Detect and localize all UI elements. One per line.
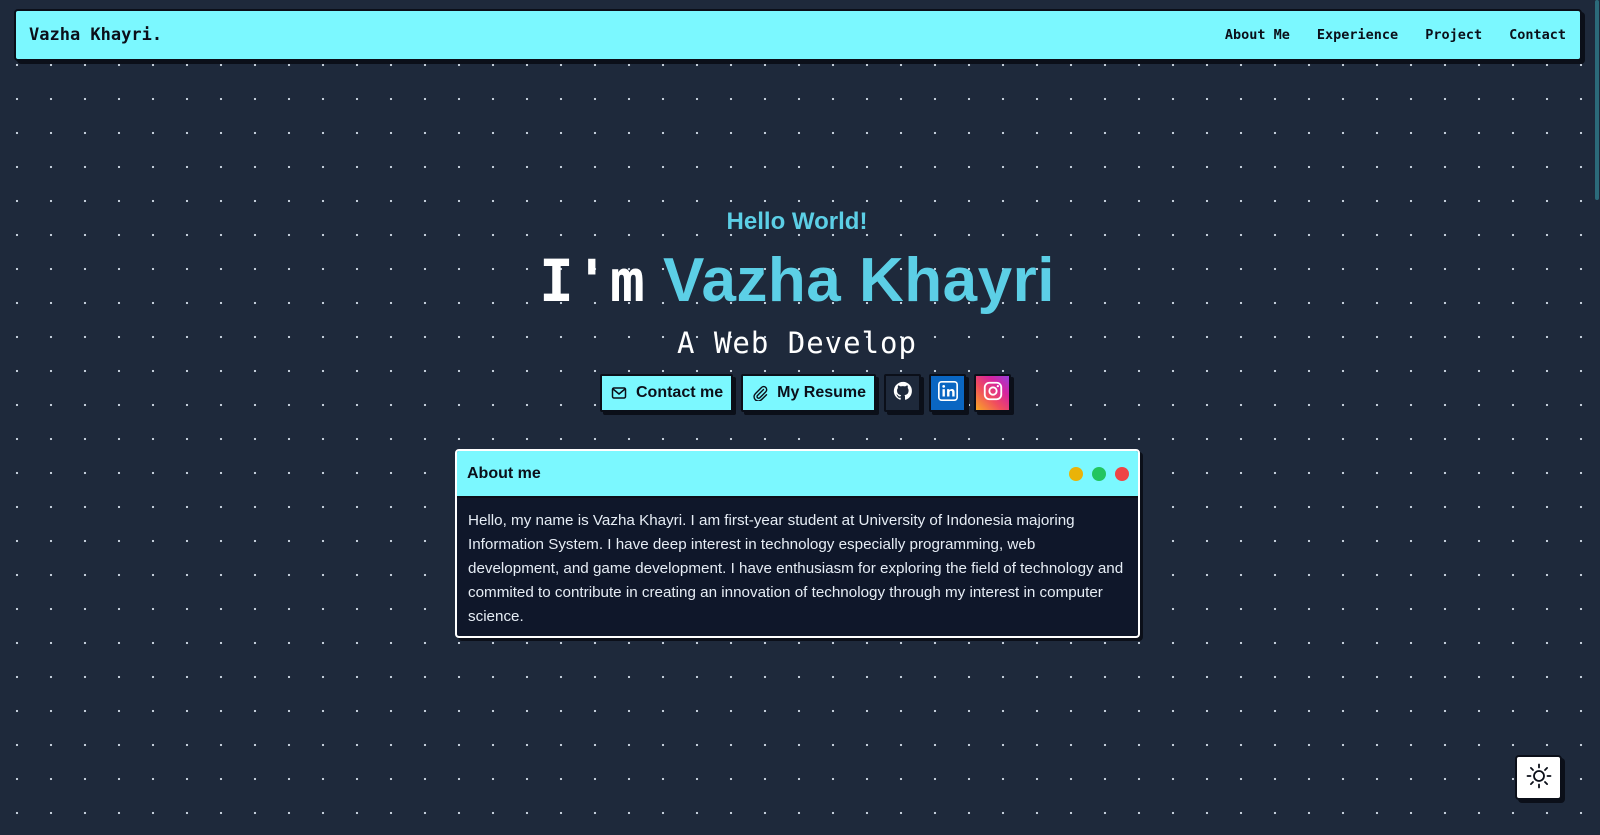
my-resume-label: My Resume — [777, 384, 867, 401]
contact-me-button[interactable]: Contact me — [600, 374, 734, 412]
minimize-dot[interactable] — [1069, 466, 1083, 481]
sun-icon — [1525, 762, 1553, 793]
about-me-card: About me Hello, my name is Vazha Khayri.… — [455, 449, 1140, 638]
instagram-link[interactable] — [974, 374, 1012, 412]
hero-greeting: Hello World! — [726, 208, 868, 235]
maximize-dot[interactable] — [1092, 466, 1106, 481]
scrollbar-thumb[interactable] — [1595, 0, 1599, 200]
about-me-card-title: About me — [467, 464, 541, 482]
theme-toggle-button[interactable] — [1515, 755, 1562, 800]
nav-links: About Me Experience Project Contact — [1198, 27, 1566, 43]
navbar: Vazha Khayri. About Me Experience Projec… — [14, 9, 1582, 61]
about-me-text: Hello, my name is Vazha Khayri. I am fir… — [468, 512, 1124, 625]
headline-lead: I'm — [539, 247, 646, 315]
close-dot[interactable] — [1115, 466, 1129, 481]
github-icon — [892, 380, 914, 407]
nav-link-experience[interactable]: Experience — [1317, 27, 1398, 43]
linkedin-link[interactable] — [929, 374, 967, 412]
headline-name: Vazha Khayri — [663, 246, 1055, 315]
mail-icon — [611, 385, 627, 401]
brand-logo[interactable]: Vazha Khayri. — [29, 25, 162, 45]
my-resume-button[interactable]: My Resume — [741, 374, 877, 412]
nav-link-project[interactable]: Project — [1425, 27, 1482, 43]
hero-subtitle: A Web Develop — [677, 326, 917, 360]
contact-me-label: Contact me — [636, 384, 724, 401]
nav-link-contact[interactable]: Contact — [1509, 27, 1566, 43]
instagram-icon — [982, 380, 1004, 407]
hero-actions: Contact me My Resume — [600, 374, 1012, 412]
github-link[interactable] — [884, 374, 922, 412]
scrollbar[interactable] — [1594, 0, 1600, 835]
about-me-card-header: About me — [457, 451, 1138, 498]
window-controls — [1069, 466, 1129, 481]
paperclip-icon — [752, 385, 768, 401]
nav-link-about-me[interactable]: About Me — [1225, 27, 1290, 43]
hero-headline: I'm Vazha Khayri — [0, 245, 1594, 316]
linkedin-icon — [937, 380, 959, 407]
